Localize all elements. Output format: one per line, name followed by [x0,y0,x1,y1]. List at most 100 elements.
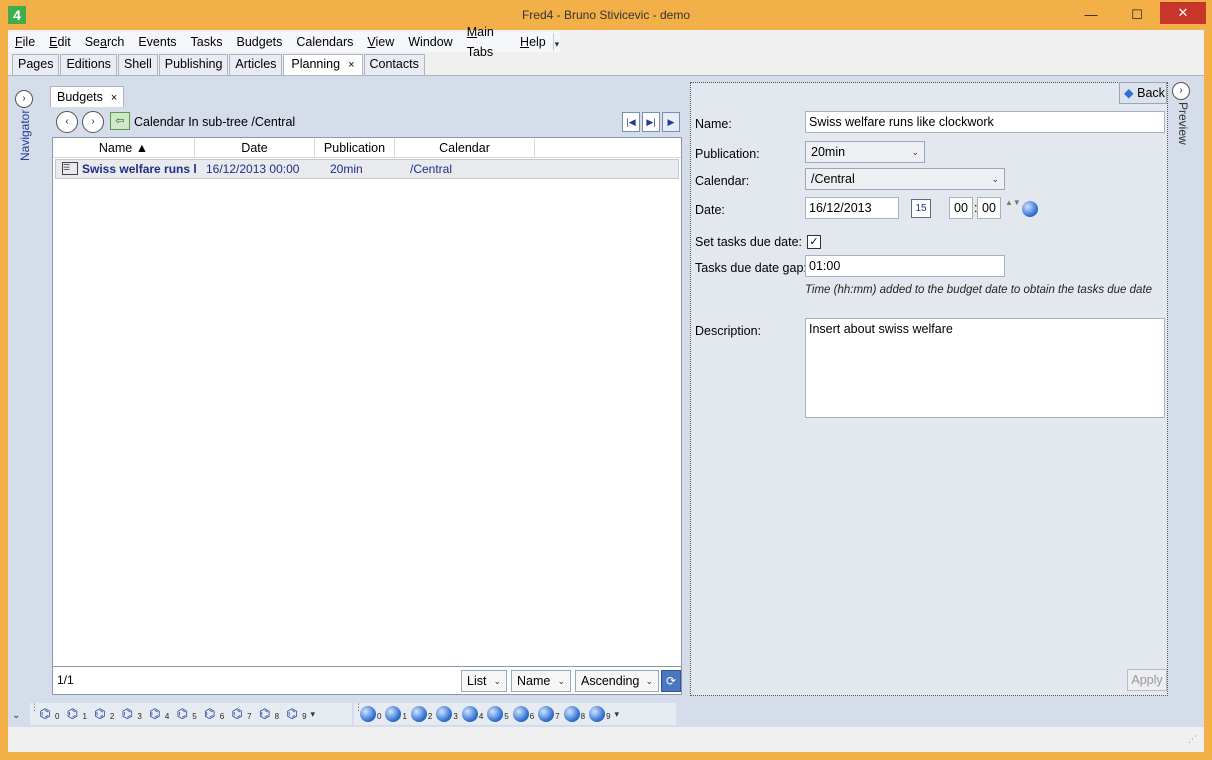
close-icon[interactable]: × [111,92,117,104]
binoculars-button-6[interactable]: ⌬ 6 [201,706,224,722]
back-nav-button[interactable]: ‹ [56,111,78,133]
menu-label-part: ile [22,35,36,49]
menu-view[interactable]: View [360,32,401,52]
column-header-publication[interactable]: Publication [315,138,395,157]
tab-budgets[interactable]: Budgets × [50,86,125,107]
column-header-date[interactable]: Date [195,138,315,157]
globe-icon [436,706,453,722]
toolbar-overflow-button[interactable]: ▾ [311,709,319,720]
globe-button-5[interactable]: 5 [487,706,509,722]
sort-order-select[interactable]: Ascending ⌄ [575,670,659,692]
column-header-name[interactable]: Name ▲ [53,138,195,157]
binoculars-button-9[interactable]: ⌬ 9 [283,706,306,722]
column-header-calendar[interactable]: Calendar [395,138,535,157]
menu-overflow-button[interactable]: ▾ [552,33,560,51]
globe-button-0[interactable]: 0 [360,706,381,722]
shortcut-number: 1 [402,712,407,721]
chevron-down-icon: ⌄ [557,676,565,686]
grid-header: Name ▲ Date Publication Calendar [53,138,681,158]
view-mode-select[interactable]: List ⌄ [461,670,507,692]
menu-edit[interactable]: Edit [42,32,78,52]
tab-contacts[interactable]: Contacts [363,54,425,75]
menu-main-tabs[interactable]: Main Tabs [460,22,513,62]
last-page-button[interactable]: ▶| [642,112,660,132]
budget-detail-panel: ◆ Back Name: Swiss welfare runs like clo… [690,82,1168,696]
next-page-button[interactable]: ▶ [662,112,680,132]
set-tasks-due-date-checkbox[interactable]: ✓ [807,235,821,249]
result-count: 1/1 [57,673,74,687]
menu-budgets[interactable]: Budgets [230,32,290,52]
menu-help[interactable]: Help [513,32,553,52]
apply-button[interactable]: Apply [1127,669,1167,691]
calendar-picker-icon[interactable]: 15 [911,199,931,218]
tab-articles[interactable]: Articles [229,54,283,75]
preview-toggle-button[interactable]: › [1172,82,1190,100]
globe-icon [385,706,402,722]
hour-input[interactable]: 00 [949,197,973,219]
calendar-select[interactable]: /Central ⌄ [805,168,1005,190]
navigator-label[interactable]: Navigator [18,110,32,170]
cell-publication: 20min [330,162,363,176]
close-icon[interactable]: × [348,59,354,71]
menu-tasks[interactable]: Tasks [184,32,230,52]
binoculars-button-5[interactable]: ⌬ 5 [173,706,197,722]
binoculars-button-3[interactable]: ⌬ 3 [118,706,142,722]
calendar-value: /Central [811,172,855,186]
name-input[interactable]: Swiss welfare runs like clockwork [805,111,1165,133]
toolbar-overflow-button[interactable]: ▾ [615,709,623,720]
tab-pages[interactable]: Pages [12,54,60,75]
maximize-button[interactable]: ☐ [1114,0,1160,30]
binoculars-button-4[interactable]: ⌬ 4 [146,706,169,722]
shortcut-number: 4 [478,712,484,721]
shortcut-number: 0 [377,712,382,721]
menu-calendars[interactable]: Calendars [289,32,360,52]
globe-button-9[interactable]: 9 [589,706,611,722]
resize-grip-icon[interactable]: ⋰ [1188,735,1200,748]
globe-button-2[interactable]: 2 [410,706,432,722]
globe-button-3[interactable]: 3 [436,706,458,722]
cell-name: Swiss welfare runs l [82,162,197,176]
table-row[interactable]: ☰ Swiss welfare runs l 16/12/2013 00:00 … [55,159,679,179]
up-level-button[interactable]: ⇦ [110,112,130,130]
globe-icon [512,706,529,722]
preview-label[interactable]: Preview [1176,102,1190,145]
globe-button-7[interactable]: 7 [538,706,560,722]
menu-window[interactable]: Window [401,32,459,52]
globe-button-4[interactable]: 4 [461,706,484,722]
minimize-button[interactable]: — [1068,0,1114,30]
binoculars-button-1[interactable]: ⌬ 1 [63,706,87,722]
back-button[interactable]: ◆ Back [1119,82,1167,104]
menu-search[interactable]: Search [78,32,132,52]
publication-select[interactable]: 20min ⌄ [805,141,925,163]
tasks-due-date-gap-input[interactable]: 01:00 [805,255,1005,277]
timezone-globe-icon[interactable] [1022,201,1038,217]
binoculars-button-2[interactable]: ⌬ 2 [91,706,114,722]
globe-button-6[interactable]: 6 [512,706,534,722]
tab-label: Planning [291,57,341,71]
globe-icon [410,706,427,722]
binoculars-button-7[interactable]: ⌬ 7 [228,706,251,722]
chevron-down-icon[interactable]: ⌄ [12,710,20,721]
refresh-button[interactable]: ⟳ [661,670,681,692]
description-textarea[interactable]: Insert about swiss welfare [805,318,1165,418]
close-window-button[interactable]: ✕ [1160,2,1206,24]
first-page-button[interactable]: |◀ [622,112,640,132]
tab-editions[interactable]: Editions [60,54,117,75]
globe-button-8[interactable]: 8 [563,706,585,722]
sort-field-select[interactable]: Name ⌄ [511,670,571,692]
date-input[interactable]: 16/12/2013 [805,197,899,219]
binoculars-button-0[interactable]: ⌬ 0 [36,706,59,722]
tab-planning[interactable]: Planning × [283,54,363,75]
globe-button-1[interactable]: 1 [385,706,407,722]
forward-nav-button[interactable]: › [82,111,104,133]
menu-file[interactable]: File [8,32,42,52]
minute-input[interactable]: 00 [977,197,1001,219]
menu-events[interactable]: Events [131,32,183,52]
tab-shell[interactable]: Shell [117,54,158,75]
navigator-toggle-button[interactable]: › [15,90,33,108]
cell-calendar: /Central [410,162,453,176]
menu-label-part: Events [138,35,177,49]
binoculars-button-8[interactable]: ⌬ 8 [256,706,279,722]
time-spinner[interactable]: ▲▼ [1005,198,1021,218]
tab-publishing[interactable]: Publishing [158,54,229,75]
